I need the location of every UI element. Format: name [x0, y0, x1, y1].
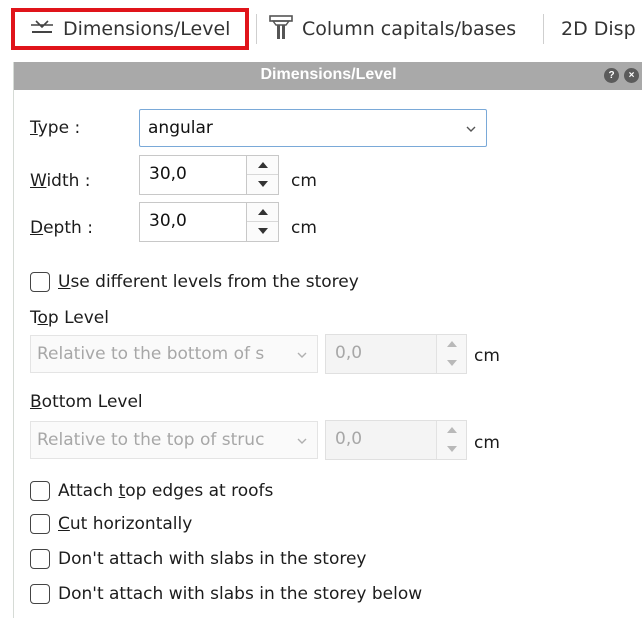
width-value: 30,0: [149, 164, 187, 184]
depth-decrement-button[interactable]: [247, 222, 278, 241]
top-level-relative-value: Relative to the bottom of s: [37, 344, 265, 364]
panel-body: Type : angular Width : 30,0 cm Depth : 3…: [14, 90, 642, 618]
tab-2d-display[interactable]: 2D Disp: [561, 8, 636, 50]
column-capital-icon: [268, 13, 294, 46]
spin-buttons: [246, 156, 278, 194]
checkbox-box[interactable]: [30, 549, 50, 569]
arrow-up-icon: [258, 162, 268, 168]
top-level-unit: cm: [474, 346, 500, 366]
cut-horizontally-checkbox[interactable]: Cut horizontally: [30, 514, 192, 534]
tab-column-capitals-bases[interactable]: Column capitals/bases: [268, 8, 516, 50]
top-level-spinbox[interactable]: 0,0: [325, 334, 467, 374]
chevron-down-icon: [297, 352, 307, 358]
tab-strip: Dimensions/Level Column capitals/bases 2…: [0, 0, 642, 62]
depth-increment-button[interactable]: [247, 203, 278, 222]
depth-value: 30,0: [149, 211, 187, 231]
dont-attach-slabs-storey-below-label: Don't attach with slabs in the storey be…: [58, 584, 423, 604]
arrow-up-icon: [258, 209, 268, 215]
type-select[interactable]: angular: [139, 109, 487, 147]
bottom-level-spinbox[interactable]: 0,0: [325, 420, 467, 460]
checkbox-box[interactable]: [30, 272, 50, 292]
arrow-down-icon[interactable]: [447, 360, 457, 366]
cut-horizontally-label: Cut horizontally: [58, 514, 193, 534]
depth-label: Depth :: [30, 218, 93, 238]
dont-attach-slabs-storey-below-checkbox[interactable]: Don't attach with slabs in the storey be…: [30, 584, 422, 604]
arrow-down-icon: [258, 181, 268, 187]
dont-attach-slabs-storey-checkbox[interactable]: Don't attach with slabs in the storey: [30, 549, 366, 569]
type-value: angular: [148, 118, 213, 138]
type-label: Type :: [30, 118, 81, 138]
tab-divider: [256, 14, 257, 44]
panel-header: Dimensions/Level ? ×: [14, 62, 642, 90]
use-different-levels-label: Use different levels from the storey: [58, 272, 359, 292]
checkbox-box[interactable]: [30, 514, 50, 534]
attach-top-edges-label: Attach top edges at roofs: [58, 481, 274, 501]
bottom-level-relative-select[interactable]: Relative to the top of struc: [30, 421, 318, 459]
help-icon[interactable]: ?: [604, 68, 619, 83]
bottom-level-value: 0,0: [335, 429, 363, 449]
arrow-up-icon[interactable]: [447, 427, 457, 433]
tab-label: Column capitals/bases: [302, 18, 517, 40]
depth-spinbox[interactable]: 30,0: [139, 202, 279, 242]
width-spinbox[interactable]: 30,0: [139, 155, 279, 195]
arrow-down-icon: [258, 228, 268, 234]
width-increment-button[interactable]: [247, 156, 278, 175]
checkbox-box[interactable]: [30, 584, 50, 604]
attach-top-edges-checkbox[interactable]: Attach top edges at roofs: [30, 481, 273, 501]
panel-title: Dimensions/Level: [260, 66, 397, 83]
spin-buttons: [436, 335, 466, 373]
dimensions-level-panel: Dimensions/Level ? × Type : angular Widt…: [13, 62, 642, 618]
top-level-value: 0,0: [335, 343, 363, 363]
arrow-up-icon[interactable]: [447, 341, 457, 347]
tab-label: 2D Disp: [561, 18, 636, 40]
tab-label: Dimensions/Level: [63, 18, 231, 40]
tab-dimensions-level[interactable]: Dimensions/Level: [11, 8, 249, 50]
spin-buttons: [436, 421, 466, 459]
bottom-level-relative-value: Relative to the top of struc: [37, 430, 265, 450]
bottom-level-heading: Bottom Level: [30, 392, 143, 412]
dimension-level-icon: [29, 18, 55, 41]
bottom-level-unit: cm: [474, 433, 500, 453]
depth-unit: cm: [291, 218, 317, 238]
spin-buttons: [246, 203, 278, 241]
width-decrement-button[interactable]: [247, 175, 278, 194]
width-label: Width :: [30, 171, 91, 191]
tab-divider: [543, 14, 544, 44]
checkbox-box[interactable]: [30, 481, 50, 501]
top-level-heading: Top Level: [30, 308, 109, 328]
chevron-down-icon: [297, 438, 307, 444]
top-level-relative-select[interactable]: Relative to the bottom of s: [30, 335, 318, 373]
close-icon[interactable]: ×: [624, 68, 639, 83]
dont-attach-slabs-storey-label: Don't attach with slabs in the storey: [58, 549, 367, 569]
arrow-down-icon[interactable]: [447, 446, 457, 452]
chevron-down-icon: [466, 126, 476, 132]
width-unit: cm: [291, 171, 317, 191]
use-different-levels-checkbox[interactable]: Use different levels from the storey: [30, 272, 359, 292]
